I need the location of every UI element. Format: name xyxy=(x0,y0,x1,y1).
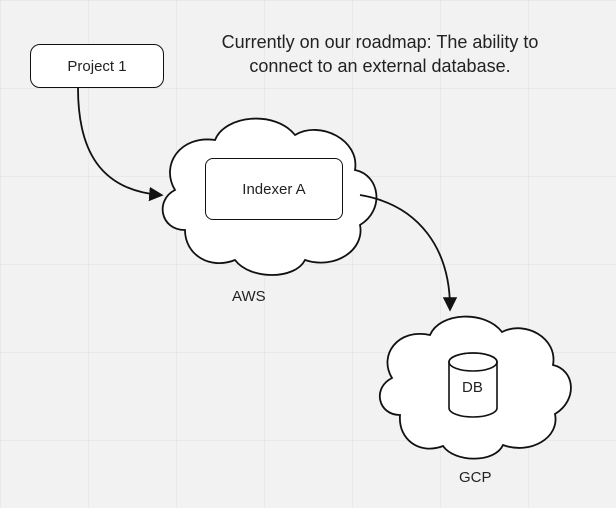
db-node-label: DB xyxy=(462,379,483,396)
project-node-label: Project 1 xyxy=(67,58,126,75)
arrow-project-to-aws xyxy=(78,88,160,195)
indexer-node: Indexer A xyxy=(205,158,343,220)
diagram-caption: Currently on our roadmap: The ability to… xyxy=(195,30,565,79)
indexer-node-label: Indexer A xyxy=(242,181,305,198)
gcp-cloud-label: GCP xyxy=(459,469,492,486)
aws-cloud-label: AWS xyxy=(232,288,266,305)
project-node: Project 1 xyxy=(30,44,164,88)
